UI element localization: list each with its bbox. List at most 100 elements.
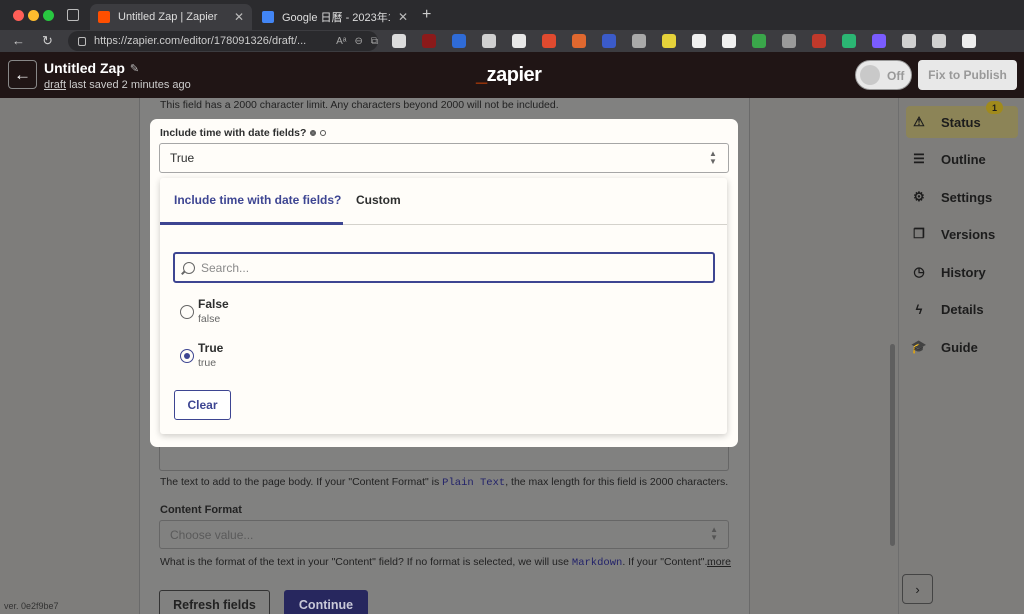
tab-google-calendar[interactable]: Google 日曆 - 2023年1月 ✕ xyxy=(254,4,416,30)
versions-icon: ❐ xyxy=(913,226,925,241)
format-help-text: What is the format of the text in your "… xyxy=(160,556,714,569)
option-false[interactable]: False false xyxy=(180,297,700,331)
extension-icon[interactable] xyxy=(782,34,796,48)
tab-zapier[interactable]: Untitled Zap | Zapier ✕ xyxy=(90,4,252,30)
address-bar[interactable]: https://zapier.com/editor/178091326/draf… xyxy=(68,31,378,51)
sidebar-item-label: Outline xyxy=(941,151,986,167)
sidebar-item-label: Details xyxy=(941,301,984,317)
option-value: false xyxy=(198,313,221,325)
close-icon[interactable]: ✕ xyxy=(398,10,408,24)
option-value: true xyxy=(198,357,217,369)
sidebar-item-history[interactable]: ◷ History xyxy=(906,256,1018,288)
tab-custom[interactable]: Custom xyxy=(356,193,401,207)
extension-icon[interactable] xyxy=(482,34,496,48)
radio-false[interactable] xyxy=(180,305,194,319)
select-value: True xyxy=(170,151,195,165)
lock-icon xyxy=(78,36,86,46)
optional-dot-icon xyxy=(320,130,327,136)
sidebar-item-label: Settings xyxy=(941,189,993,205)
back-button[interactable]: ← xyxy=(8,60,37,89)
tab-title: Untitled Zap | Zapier xyxy=(118,11,218,23)
extension-icon[interactable] xyxy=(812,34,826,48)
back-arrow-icon[interactable]: ← xyxy=(12,33,25,48)
extension-icon[interactable] xyxy=(962,34,976,48)
chevron-updown-icon: ▲ ▼ xyxy=(709,149,717,166)
sidebar-item-details[interactable]: ϟ Details xyxy=(906,293,1018,325)
expand-sidebar-button[interactable]: › xyxy=(902,574,933,604)
content-format-select[interactable]: Choose value... ▲ ▼ xyxy=(159,520,729,549)
maximize-window-button[interactable] xyxy=(43,10,54,21)
extension-icon[interactable] xyxy=(392,34,406,48)
more-link[interactable]: more xyxy=(707,556,731,568)
content-help-text: The text to add to the page body. If you… xyxy=(160,476,729,489)
field-label: Include time with date fields? xyxy=(160,127,327,139)
zap-on-off-toggle[interactable]: Off xyxy=(855,60,912,90)
extension-icon[interactable] xyxy=(932,34,946,48)
active-tab-indicator xyxy=(160,222,343,225)
tab-title: Google 日曆 - 2023年1月 xyxy=(282,12,390,24)
browser-tab-bar: Untitled Zap | Zapier ✕ Google 日曆 - 2023… xyxy=(0,0,1024,30)
extension-icon[interactable] xyxy=(422,34,436,48)
reader-icon[interactable]: Aᵃ xyxy=(336,36,346,47)
document-bolt-icon: ϟ xyxy=(915,301,923,317)
tab-overview-icon[interactable] xyxy=(67,9,79,21)
refresh-fields-button[interactable]: Refresh fields xyxy=(159,590,270,614)
graduation-cap-icon: 🎓 xyxy=(910,339,928,354)
search-box[interactable] xyxy=(173,252,715,283)
tab-field-options[interactable]: Include time with date fields? xyxy=(174,193,341,207)
extension-icon[interactable] xyxy=(632,34,646,48)
close-icon[interactable]: ✕ xyxy=(234,10,244,24)
pencil-icon[interactable]: ✎ xyxy=(130,62,139,75)
chevron-updown-icon: ▲ ▼ xyxy=(710,525,718,542)
radio-true[interactable] xyxy=(180,349,194,363)
option-true[interactable]: True true xyxy=(180,341,700,375)
extension-icon[interactable] xyxy=(572,34,586,48)
extension-icon[interactable] xyxy=(842,34,856,48)
sidebar-item-outline[interactable]: ☰ Outline xyxy=(906,143,1018,175)
draft-link[interactable]: draft xyxy=(44,79,66,91)
extension-icon[interactable] xyxy=(512,34,526,48)
required-dot-icon xyxy=(310,130,317,136)
option-label: True xyxy=(198,341,224,355)
zap-title[interactable]: Untitled Zap ✎ xyxy=(44,60,139,76)
extension-icon[interactable] xyxy=(902,34,916,48)
reload-icon[interactable]: ↻ xyxy=(42,33,53,49)
extension-icon[interactable] xyxy=(692,34,706,48)
url-text: https://zapier.com/editor/178091326/draf… xyxy=(94,35,307,47)
new-tab-button[interactable]: + xyxy=(422,6,431,24)
extension-icon[interactable] xyxy=(752,34,766,48)
char-limit-note: This field has a 2000 character limit. A… xyxy=(160,99,559,111)
version-label: ver. 0e2f9be7 xyxy=(4,601,59,611)
clear-button[interactable]: Clear xyxy=(174,390,231,420)
continue-button[interactable]: Continue xyxy=(284,590,368,614)
extension-icon[interactable] xyxy=(872,34,886,48)
toggle-knob xyxy=(860,65,880,85)
clock-icon: ◷ xyxy=(913,264,925,279)
status-badge: 1 xyxy=(986,101,1003,114)
extension-icon[interactable] xyxy=(452,34,466,48)
zap-editor-header: ← Untitled Zap ✎ draft last saved 2 minu… xyxy=(0,52,1024,98)
search-input[interactable] xyxy=(201,260,681,275)
zoom-icon[interactable]: ⊖ xyxy=(354,36,362,47)
canvas-scrollbar[interactable] xyxy=(890,344,895,546)
option-label: False xyxy=(198,297,229,311)
fix-to-publish-button[interactable]: Fix to Publish xyxy=(918,60,1017,90)
search-icon xyxy=(183,261,195,274)
close-window-button[interactable] xyxy=(13,10,24,21)
toggle-label: Off xyxy=(887,69,905,83)
extension-icon[interactable] xyxy=(722,34,736,48)
list-icon: ☰ xyxy=(913,151,925,166)
sidebar-item-settings[interactable]: ⚙ Settings xyxy=(906,181,1018,213)
extension-icon[interactable] xyxy=(662,34,676,48)
extension-icon[interactable] xyxy=(542,34,556,48)
minimize-window-button[interactable] xyxy=(28,10,39,21)
sidebar-item-guide[interactable]: 🎓 Guide xyxy=(906,331,1018,363)
zapier-logo: _zapier xyxy=(476,64,542,86)
sidebar-item-label: History xyxy=(941,264,986,280)
extension-icon[interactable] xyxy=(602,34,616,48)
sidebar-item-label: Status xyxy=(941,114,981,130)
tab-icon[interactable]: ⧉ xyxy=(371,36,378,47)
gear-icon: ⚙ xyxy=(913,189,925,204)
include-time-select[interactable]: True xyxy=(159,143,729,173)
sidebar-item-versions[interactable]: ❐ Versions xyxy=(906,218,1018,250)
